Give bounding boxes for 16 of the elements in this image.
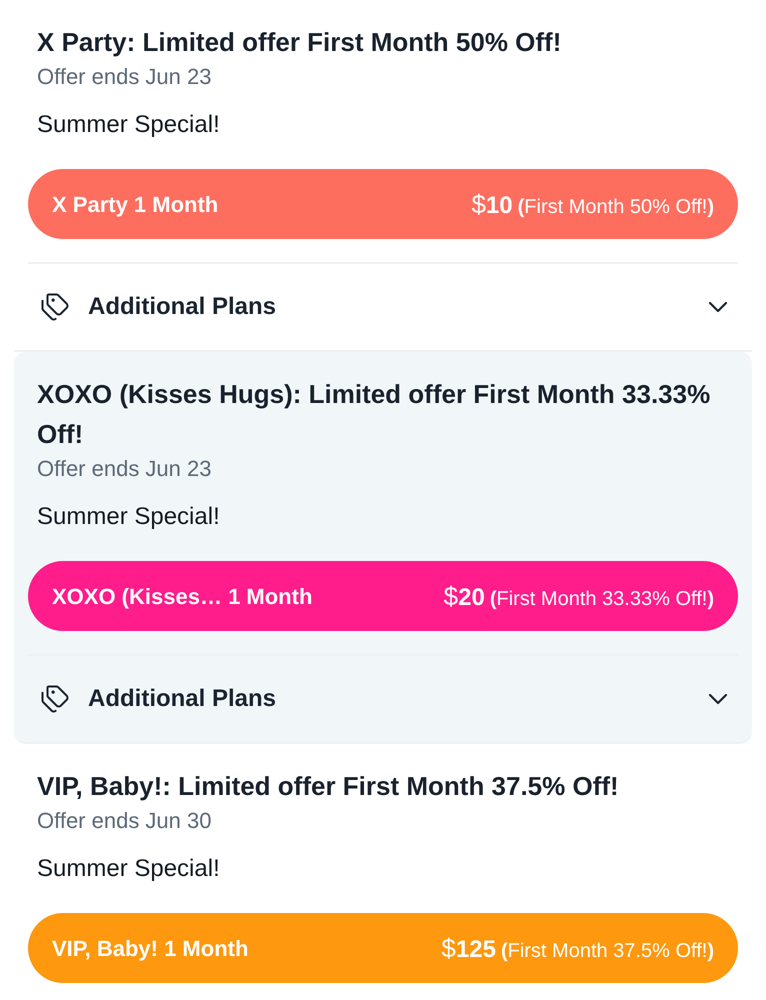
tags-icon	[40, 292, 70, 322]
offer-tagline: Summer Special!	[36, 110, 221, 140]
additional-plans-toggle[interactable]: Additional Plans	[28, 264, 738, 350]
offer-title: XOXO (Kisses Hugs): Limited offer First Month 33.33% Off!	[36, 378, 712, 451]
offer-tagline: Summer Special!	[36, 854, 221, 884]
offer-end-date: Offer ends Jun 23	[36, 63, 212, 91]
offer-title: X Party: Limited offer First Month 50% Off!	[36, 26, 562, 59]
plan-button[interactable]: XOXO (Kisses… 1 Month $20 (First Month 33.33% Off!)	[28, 561, 738, 631]
offer-end-date: Offer ends Jun 30	[36, 807, 212, 835]
offer-title: VIP, Baby!: Limited offer First Month 37.5% Off!	[36, 770, 620, 803]
plan-button[interactable]: X Party 1 Month $10 (First Month 50% Off!)	[28, 169, 738, 239]
offer-end-date: Offer ends Jun 23	[36, 455, 212, 483]
tags-icon	[40, 684, 70, 714]
offer-tagline: Summer Special!	[36, 502, 221, 532]
additional-plans-toggle[interactable]: Additional Plans	[28, 656, 738, 742]
plan-button[interactable]: VIP, Baby! 1 Month $125 (First Month 37.5% Off!)	[28, 913, 738, 983]
